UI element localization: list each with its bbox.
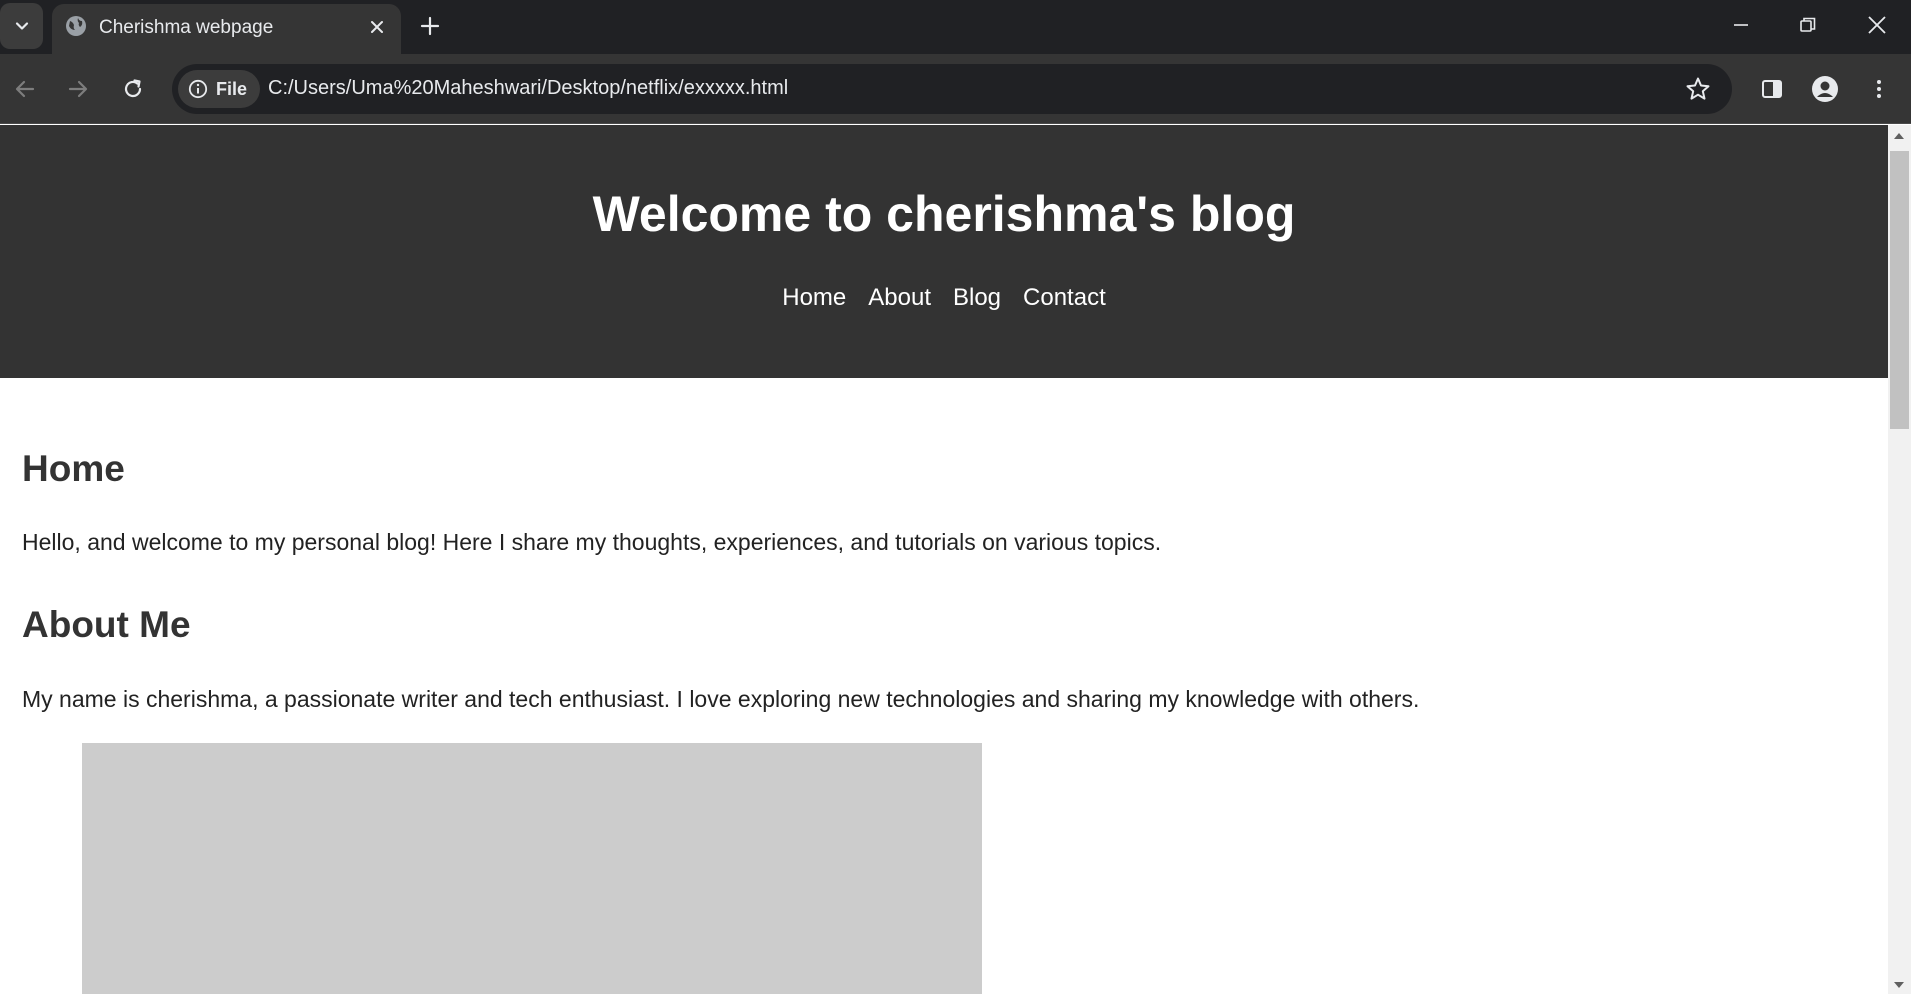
nav-link-about[interactable]: About: [868, 284, 931, 312]
menu-button[interactable]: [1864, 74, 1894, 104]
site-nav: Home About Blog Contact: [0, 284, 1888, 312]
about-text: My name is cherishma, a passionate write…: [22, 686, 1420, 712]
tab-title: Cherishma webpage: [99, 17, 274, 38]
plus-icon: [420, 16, 440, 36]
side-panel-icon: [1762, 80, 1782, 98]
main-content: Home Hello, and welcome to my personal b…: [0, 450, 1888, 994]
browser-toolbar: File C:/Users/Uma%20Maheshwari/Desktop/n…: [0, 54, 1911, 124]
scroll-down-arrow-icon[interactable]: [1894, 982, 1904, 988]
page-viewport: Welcome to cherishma's blog Home About B…: [0, 125, 1888, 994]
site-title: Welcome to cherishma's blog: [592, 186, 1296, 242]
home-heading: Home: [22, 448, 125, 489]
nav-link-contact[interactable]: Contact: [1023, 284, 1106, 312]
site-info-chip[interactable]: File: [178, 70, 260, 108]
page-scrollbar[interactable]: [1888, 125, 1911, 994]
reload-icon: [124, 79, 142, 98]
close-icon[interactable]: [367, 17, 387, 37]
new-tab-button[interactable]: [416, 12, 444, 40]
scrollbar-thumb[interactable]: [1890, 151, 1909, 429]
tab-strip: Cherishma webpage: [0, 0, 1911, 54]
back-arrow-icon: [15, 80, 35, 98]
restore-icon: [1800, 17, 1816, 32]
site-info-label: File: [216, 78, 248, 99]
forward-arrow-icon: [68, 80, 88, 98]
scroll-up-arrow-icon[interactable]: [1894, 133, 1904, 139]
profile-button[interactable]: [1810, 74, 1840, 104]
nav-link-home[interactable]: Home: [782, 284, 846, 312]
chevron-down-icon: [15, 22, 28, 30]
home-text: Hello, and welcome to my personal blog! …: [22, 529, 1162, 555]
profile-icon: [1812, 76, 1838, 102]
minimize-button[interactable]: [1728, 12, 1754, 38]
minimize-icon: [1734, 24, 1748, 26]
back-button[interactable]: [10, 74, 40, 104]
browser-tab[interactable]: Cherishma webpage: [52, 4, 401, 54]
address-bar[interactable]: File C:/Users/Uma%20Maheshwari/Desktop/n…: [172, 64, 1732, 114]
close-window-button[interactable]: [1864, 12, 1890, 38]
star-icon[interactable]: [1684, 75, 1712, 103]
kebab-menu-icon: [1877, 80, 1881, 98]
reload-button[interactable]: [118, 74, 148, 104]
nav-link-blog[interactable]: Blog: [953, 284, 1001, 312]
image-placeholder: [82, 743, 982, 994]
info-icon: [188, 79, 208, 99]
about-heading: About Me: [22, 604, 191, 645]
restore-button[interactable]: [1795, 12, 1821, 38]
url-text[interactable]: C:/Users/Uma%20Maheshwari/Desktop/netfli…: [268, 77, 788, 100]
close-icon: [1868, 16, 1886, 34]
forward-button[interactable]: [63, 74, 93, 104]
tab-search-button[interactable]: [0, 3, 43, 49]
site-header: Welcome to cherishma's blog Home About B…: [0, 125, 1888, 378]
side-panel-button[interactable]: [1757, 74, 1787, 104]
globe-icon: [66, 16, 86, 36]
